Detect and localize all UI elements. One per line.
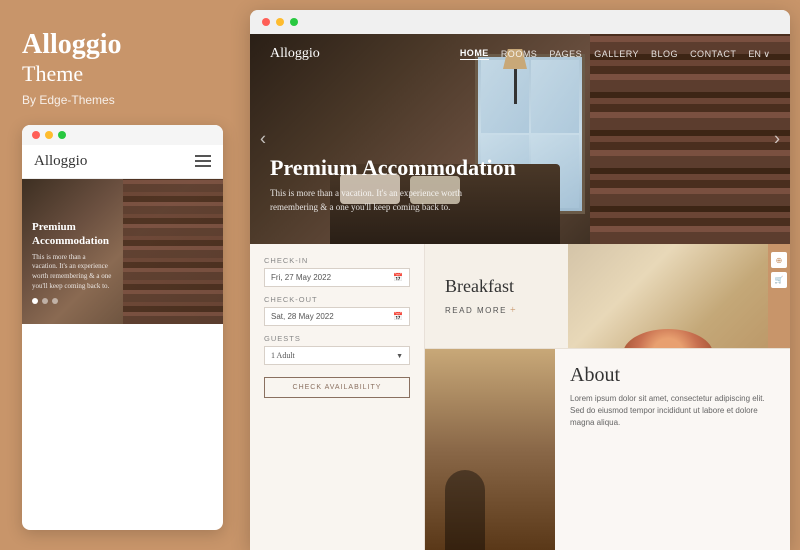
checkout-input[interactable]: Sat, 28 May 2022 📅 [264, 307, 410, 326]
checkin-label: CHECK-IN [264, 256, 410, 265]
nav-link-home[interactable]: HOME [460, 48, 489, 60]
breakfast-title: Breakfast [445, 276, 548, 297]
about-text: Lorem ipsum dolor sit amet, consectetur … [570, 393, 775, 429]
nav-logo: Alloggio [270, 46, 320, 62]
nav-link-gallery[interactable]: GALLERY [594, 49, 639, 59]
middle-area: Breakfast READ MORE + ⊕ [425, 244, 790, 550]
hero-title: Premium Accommodation [270, 155, 516, 181]
brand-subtitle: Theme [22, 61, 223, 87]
breakfast-feature: Breakfast READ MORE + ⊕ [425, 244, 790, 349]
mobile-logo: Alloggio [34, 153, 87, 170]
dropdown-arrow-icon: ▼ [396, 352, 403, 360]
right-sidebar: ⊕ 🛒 [768, 244, 790, 348]
carousel-dot-3[interactable] [52, 298, 58, 304]
checkin-field: CHECK-IN Fri, 27 May 2022 📅 [264, 256, 410, 287]
lamp-pole [514, 69, 517, 104]
calendar-icon-checkin: 📅 [393, 273, 403, 282]
browser-dot-green [290, 18, 298, 26]
nav-link-blog[interactable]: BLOG [651, 49, 678, 59]
mobile-hero: PremiumAccommodation This is more than a… [22, 179, 223, 324]
dot-green [58, 131, 66, 139]
plus-icon: ⊕ [776, 256, 783, 265]
checkout-value: Sat, 28 May 2022 [271, 312, 334, 321]
nav-link-contact[interactable]: CONTACT [690, 49, 736, 59]
cart-icon: 🛒 [775, 276, 784, 284]
mobile-carousel-dots [32, 298, 112, 304]
left-panel: Alloggio Theme By Edge-Themes Alloggio P… [0, 0, 245, 550]
breakfast-readmore[interactable]: READ MORE + [445, 305, 548, 316]
bowl-food [623, 329, 713, 349]
bottom-section: CHECK-IN Fri, 27 May 2022 📅 CHECK-OUT Sa… [250, 244, 790, 550]
nav-link-pages[interactable]: PAGES [549, 49, 582, 59]
nav-link-rooms[interactable]: ROOMS [501, 49, 538, 59]
guests-label: GUESTS [264, 334, 410, 343]
breakfast-link-text: READ MORE [445, 306, 507, 315]
sidebar-icon-2[interactable]: 🛒 [771, 272, 787, 288]
hero-nav: Alloggio HOME ROOMS PAGES GALLERY BLOG C… [250, 34, 790, 74]
checkout-field: CHECK-OUT Sat, 28 May 2022 📅 [264, 295, 410, 326]
hamburger-menu[interactable] [195, 155, 211, 167]
carousel-dot-1[interactable] [32, 298, 38, 304]
person-silhouette [445, 470, 485, 550]
browser-window: Alloggio HOME ROOMS PAGES GALLERY BLOG C… [250, 10, 790, 550]
about-section: About Lorem ipsum dolor sit amet, consec… [425, 349, 790, 550]
guests-select[interactable]: 1 Adult ▼ [264, 346, 410, 365]
nav-links: HOME ROOMS PAGES GALLERY BLOG CONTACT EN… [460, 48, 770, 60]
breakfast-arrow-icon: + [510, 305, 516, 316]
mobile-hero-title: PremiumAccommodation [32, 220, 112, 249]
hero-text-block: Premium Accommodation This is more than … [270, 155, 516, 214]
calendar-icon-checkout: 📅 [393, 312, 403, 321]
mobile-header: Alloggio [22, 145, 223, 179]
checkin-input[interactable]: Fri, 27 May 2022 📅 [264, 268, 410, 287]
about-title: About [570, 364, 775, 387]
dot-red [32, 131, 40, 139]
browser-dot-yellow [276, 18, 284, 26]
check-availability-button[interactable]: CHECK AVAILABILITY [264, 377, 410, 398]
mobile-firewood [123, 179, 224, 324]
hero-description: This is more than a vacation. It's an ex… [270, 187, 490, 214]
hero-section: Alloggio HOME ROOMS PAGES GALLERY BLOG C… [250, 34, 790, 244]
about-image [425, 349, 555, 550]
checkout-label: CHECK-OUT [264, 295, 410, 304]
brand-by: By Edge-Themes [22, 93, 223, 107]
guests-value: 1 Adult [271, 351, 295, 360]
browser-bar [250, 10, 790, 34]
nav-lang[interactable]: EN ∨ [748, 49, 770, 60]
booking-form: CHECK-IN Fri, 27 May 2022 📅 CHECK-OUT Sa… [250, 244, 425, 550]
checkin-value: Fri, 27 May 2022 [271, 273, 331, 282]
mobile-preview-card: Alloggio PremiumAccommodation This is mo… [22, 125, 223, 530]
mobile-hero-text: PremiumAccommodation This is more than a… [32, 220, 112, 304]
mobile-bar [22, 125, 223, 145]
guests-field: GUESTS 1 Adult ▼ [264, 334, 410, 365]
breakfast-text-block: Breakfast READ MORE + [425, 244, 568, 348]
hero-next-arrow[interactable]: › [769, 124, 785, 155]
sidebar-icon-1[interactable]: ⊕ [771, 252, 787, 268]
dot-yellow [45, 131, 53, 139]
browser-content: Alloggio HOME ROOMS PAGES GALLERY BLOG C… [250, 34, 790, 550]
brand-title: Alloggio [22, 30, 223, 61]
breakfast-image [568, 244, 768, 349]
carousel-dot-2[interactable] [42, 298, 48, 304]
hero-prev-arrow[interactable]: ‹ [255, 124, 271, 155]
mobile-hero-desc: This is more than a vacation. It's an ex… [32, 253, 112, 292]
about-content: About Lorem ipsum dolor sit amet, consec… [555, 349, 790, 550]
browser-dot-red [262, 18, 270, 26]
